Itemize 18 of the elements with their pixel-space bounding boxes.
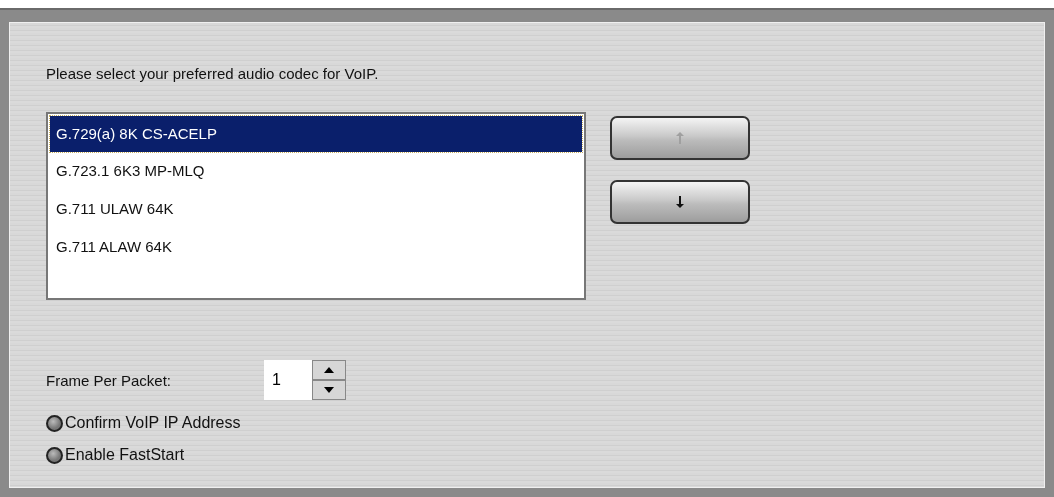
codec-list[interactable]: G.729(a) 8K CS-ACELP G.723.1 6K3 MP-MLQ G.711 ULAW 64K G.711 ALAW 64K [46, 112, 586, 300]
down-triangle-icon [324, 387, 334, 393]
up-triangle-icon [324, 367, 334, 373]
move-down-button[interactable] [610, 180, 750, 224]
spin-up-button[interactable] [312, 360, 346, 380]
instruction-text: Please select your preferred audio codec for VoIP. [46, 65, 380, 82]
frame-per-packet-label: Frame Per Packet: [46, 371, 173, 389]
radio-button[interactable] [46, 414, 63, 432]
option-label: Confirm VoIP IP Address [65, 414, 241, 432]
spin-down-button[interactable] [312, 380, 346, 400]
codec-list-item[interactable]: G.723.1 6K3 MP-MLQ [50, 152, 582, 190]
move-up-button[interactable] [610, 116, 750, 160]
codec-list-item[interactable]: G.729(a) 8K CS-ACELP [50, 116, 582, 152]
codec-list-item[interactable]: G.711 ALAW 64K [50, 228, 582, 266]
option-label: Enable FastStart [65, 446, 185, 464]
radio-button[interactable] [46, 446, 63, 464]
codec-list-item[interactable]: G.711 ULAW 64K [50, 190, 582, 228]
frame-per-packet-field[interactable]: 1 [264, 360, 312, 400]
